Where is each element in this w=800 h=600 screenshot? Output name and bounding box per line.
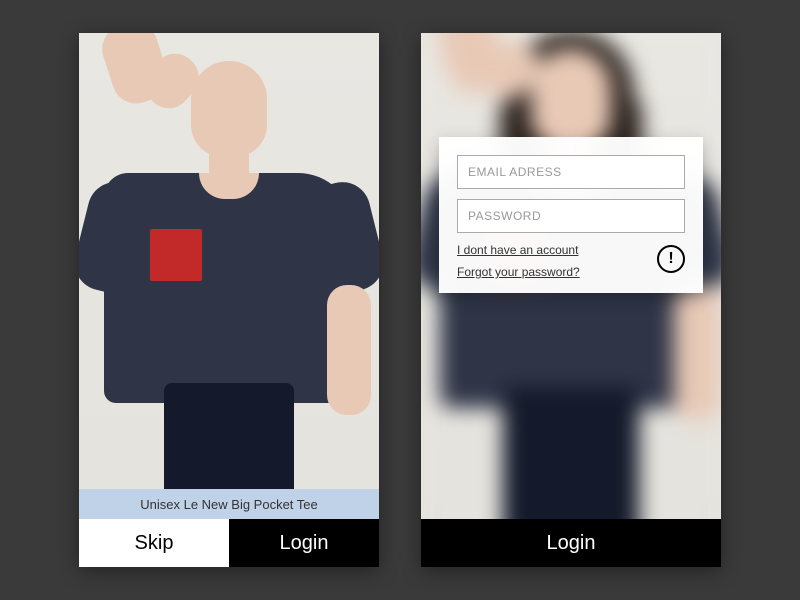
phone-screen-login: I dont have an account Forgot your passw… [421,33,721,567]
model-illustration [79,33,379,567]
product-caption: Unisex Le New Big Pocket Tee [140,497,318,512]
no-account-link[interactable]: I dont have an account [457,243,580,257]
info-icon-glyph: ! [668,250,673,268]
email-field[interactable] [457,155,685,189]
link-row: I dont have an account Forgot your passw… [457,243,685,279]
skip-button[interactable]: Skip [79,519,229,567]
forgot-password-link[interactable]: Forgot your password? [457,265,580,279]
links-group: I dont have an account Forgot your passw… [457,243,580,279]
skip-button-label: Skip [135,532,174,555]
login-card: I dont have an account Forgot your passw… [439,137,703,293]
login-button[interactable]: Login [421,519,721,567]
product-caption-bar: Unisex Le New Big Pocket Tee [79,489,379,519]
phone-screen-product: Unisex Le New Big Pocket Tee Skip Login [79,33,379,567]
password-field[interactable] [457,199,685,233]
login-button-label: Login [547,532,596,555]
bottom-bar: Login [421,519,721,567]
login-button-label: Login [280,532,329,555]
bottom-bar: Skip Login [79,519,379,567]
login-button[interactable]: Login [229,519,379,567]
model-illustration-blur [421,33,721,567]
info-icon[interactable]: ! [657,245,685,273]
